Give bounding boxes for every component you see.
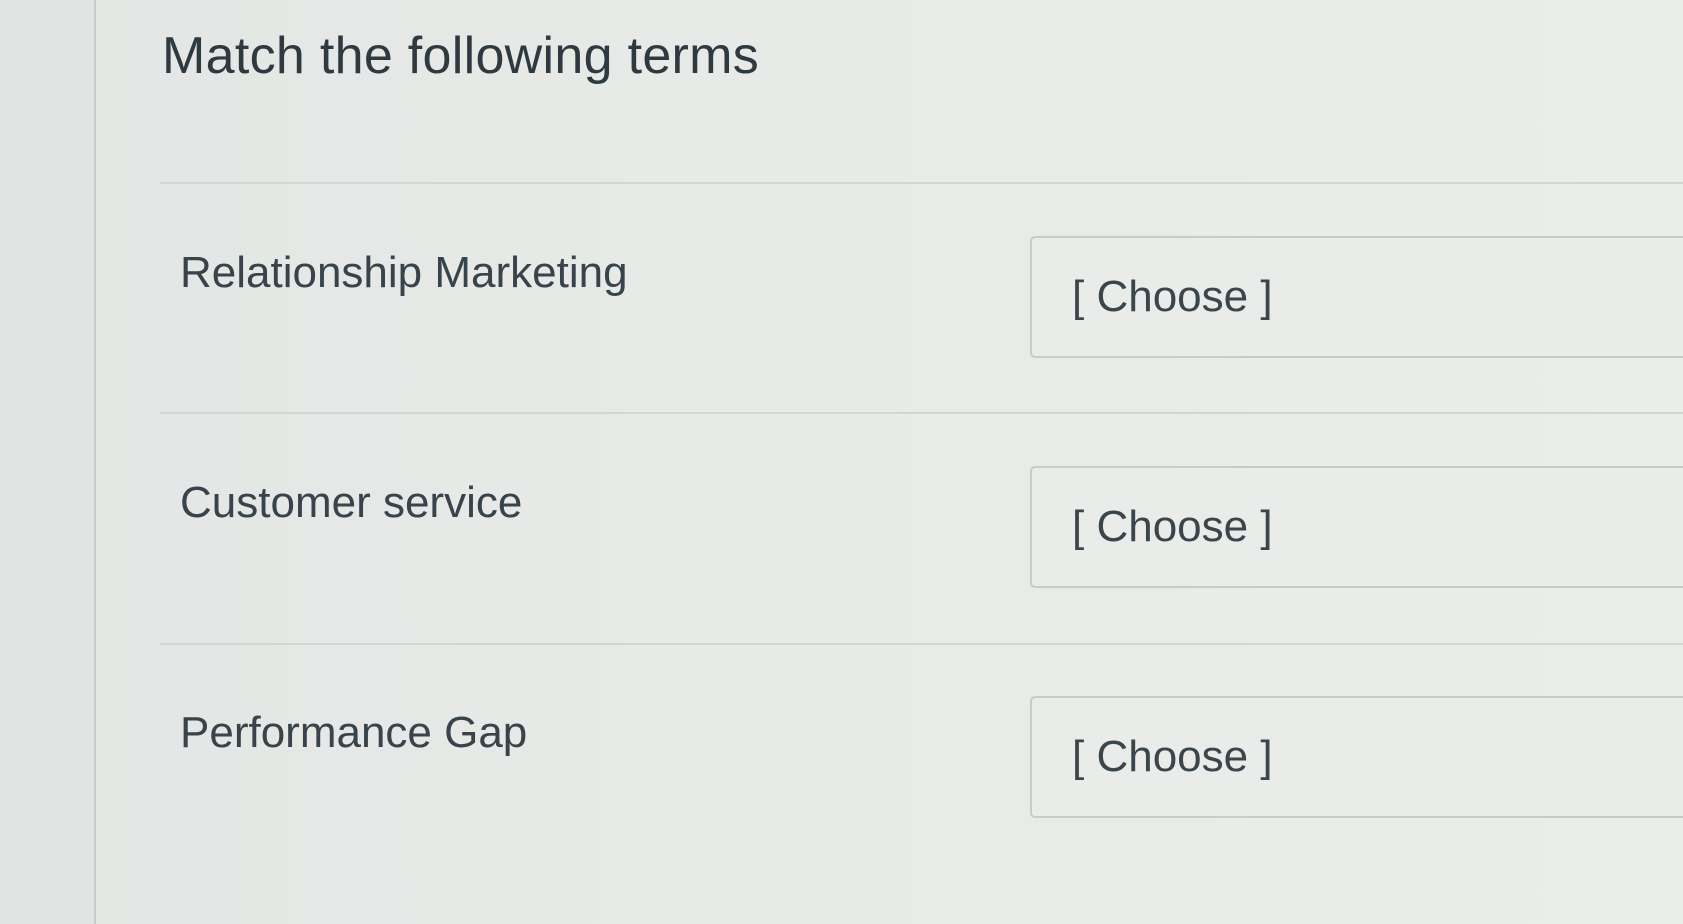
divider xyxy=(160,643,1683,645)
term-label: Performance Gap xyxy=(180,708,528,757)
answer-select-2[interactable]: [ Choose ] xyxy=(1030,466,1683,588)
select-value: [ Choose ] xyxy=(1072,732,1273,781)
select-value: [ Choose ] xyxy=(1072,272,1273,321)
quiz-page: Match the following terms Relationship M… xyxy=(0,0,1683,924)
divider xyxy=(160,412,1683,414)
select-value: [ Choose ] xyxy=(1072,502,1273,551)
term-label: Relationship Marketing xyxy=(180,248,628,297)
term-label: Customer service xyxy=(180,478,523,527)
question-title: Match the following terms xyxy=(162,27,760,85)
left-gutter xyxy=(0,0,96,924)
answer-select-3[interactable]: [ Choose ] xyxy=(1030,696,1683,818)
answer-select-1[interactable]: [ Choose ] xyxy=(1030,236,1683,358)
divider xyxy=(160,182,1683,184)
